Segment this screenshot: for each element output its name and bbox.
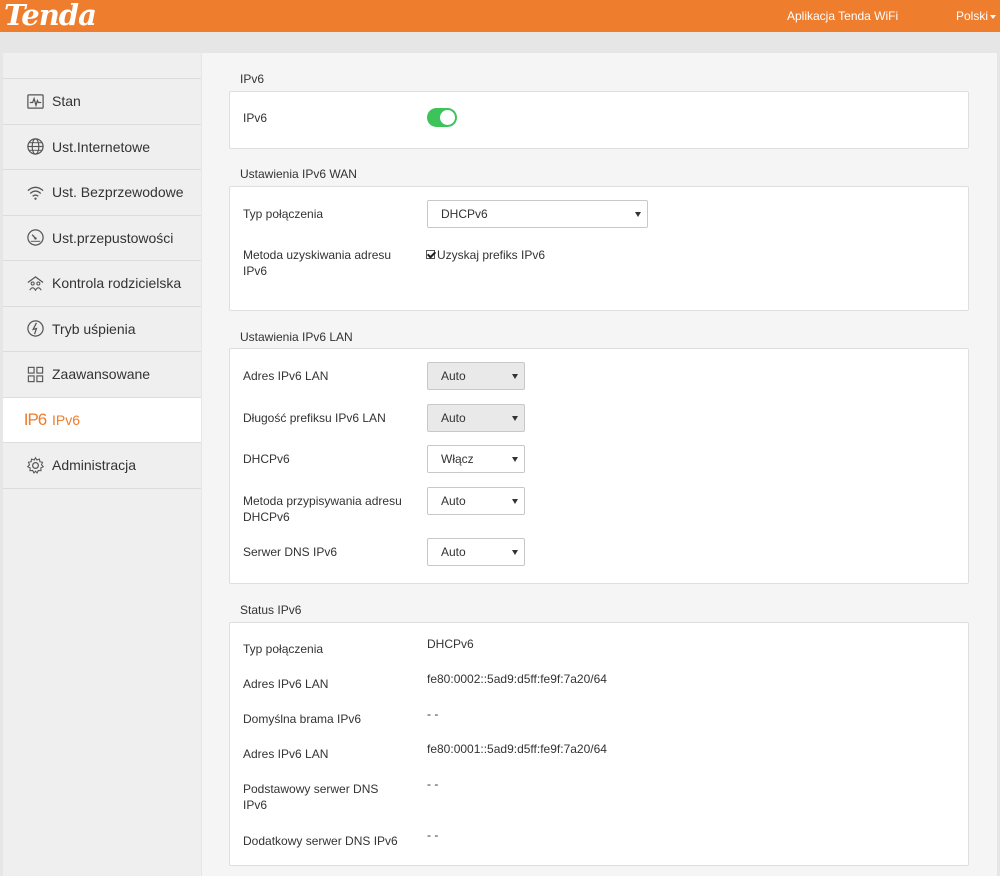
sidebar-item-label: Zaawansowane bbox=[52, 366, 151, 383]
lan-dns-select[interactable]: Auto bbox=[427, 538, 525, 566]
lan-prefix-length-select[interactable]: Auto bbox=[427, 404, 525, 432]
select-value: Włącz bbox=[441, 452, 474, 466]
lan-dhcpv6-select[interactable]: Włącz bbox=[427, 445, 525, 473]
top-bar: Tenda Aplikacja Tenda WiFi Polski bbox=[0, 0, 1000, 32]
sidebar-item-parental[interactable]: Kontrola rodzicielska bbox=[3, 261, 201, 307]
lan-settings-panel: Adres IPv6 LAN Auto Długość prefiksu IPv… bbox=[229, 348, 969, 584]
speedometer-icon bbox=[25, 228, 45, 248]
sidebar-item-ipv6[interactable]: IP6 IPv6 bbox=[3, 397, 201, 443]
section-title-ipv6: IPv6 bbox=[240, 72, 265, 86]
ipv6-icon: IP6 bbox=[23, 409, 48, 429]
sidebar-item-admin[interactable]: Administracja bbox=[3, 443, 201, 489]
sidebar-item-wireless[interactable]: Ust. Bezprzewodowe bbox=[3, 170, 201, 216]
sidebar-item-advanced[interactable]: Zaawansowane bbox=[3, 352, 201, 398]
globe-icon bbox=[25, 137, 45, 157]
sidebar-item-label: Administracja bbox=[52, 457, 137, 474]
lan-row-label: Długość prefiksu IPv6 LAN bbox=[243, 411, 386, 425]
sidebar-item-sleep[interactable]: Tryb uśpienia bbox=[3, 307, 201, 352]
sidebar-spacer bbox=[3, 53, 201, 79]
ipv6-toggle-panel: IPv6 bbox=[229, 91, 969, 149]
toggle-knob bbox=[440, 110, 455, 125]
wifi-icon bbox=[25, 182, 45, 202]
wan-conn-type-label: Typ połączenia bbox=[243, 207, 324, 221]
ipv6-status-panel: Typ połączenia DHCPv6 Adres IPv6 LAN fe8… bbox=[229, 622, 969, 866]
ipv6-prefix-checkbox[interactable] bbox=[426, 250, 435, 259]
dropdown-arrow-icon bbox=[512, 550, 518, 555]
status-row-label: Domyślna brama IPv6 bbox=[243, 712, 362, 726]
lan-dhcpv6-method-select[interactable]: Auto bbox=[427, 487, 525, 515]
status-row-label: Adres IPv6 LAN bbox=[243, 677, 329, 691]
lan-row-label: Adres IPv6 LAN bbox=[243, 369, 329, 383]
language-label: Polski bbox=[956, 9, 989, 23]
family-icon bbox=[25, 273, 45, 293]
select-value: Auto bbox=[441, 494, 466, 508]
section-title-lan: Ustawienia IPv6 LAN bbox=[240, 330, 353, 344]
wan-settings-panel: Typ połączenia DHCPv6 Metoda uzyskiwania… bbox=[229, 186, 969, 311]
status-row-value: fe80:0001::5ad9:d5ff:fe9f:7a20/64 bbox=[427, 742, 607, 756]
status-row-value: DHCPv6 bbox=[427, 637, 474, 651]
status-row-label: Podstawowy serwer DNS IPv6 bbox=[243, 782, 379, 812]
select-value: DHCPv6 bbox=[441, 207, 488, 221]
wan-conn-type-select[interactable]: DHCPv6 bbox=[427, 200, 648, 228]
status-row-value: - - bbox=[427, 707, 439, 721]
chevron-down-icon bbox=[990, 14, 997, 19]
status-row-value: fe80:0002::5ad9:d5ff:fe9f:7a20/64 bbox=[427, 672, 607, 686]
section-title-wan: Ustawienia IPv6 WAN bbox=[240, 167, 357, 181]
activity-icon bbox=[25, 91, 45, 111]
main-content: IPv6 IPv6 Ustawienia IPv6 WAN Typ połącz… bbox=[202, 53, 997, 876]
select-value: Auto bbox=[441, 411, 466, 425]
sidebar-item-label: Stan bbox=[52, 93, 81, 110]
language-selector[interactable]: Polski bbox=[956, 9, 997, 23]
sidebar-item-label: Ust. Bezprzewodowe bbox=[52, 184, 184, 201]
section-title-status: Status IPv6 bbox=[240, 603, 302, 617]
ipv6-toggle-switch[interactable] bbox=[427, 108, 457, 127]
status-row-value: - - bbox=[427, 777, 439, 791]
lan-row-label: Serwer DNS IPv6 bbox=[243, 545, 338, 559]
wan-method-label: Metoda uzyskiwania adresu IPv6 bbox=[243, 248, 392, 278]
ipv6-toggle-label: IPv6 bbox=[243, 111, 268, 125]
lan-ipv6-address-select[interactable]: Auto bbox=[427, 362, 525, 390]
grid-icon bbox=[25, 364, 45, 384]
sidebar-item-label: Ust.Internetowe bbox=[52, 138, 151, 155]
status-row-label: Typ połączenia bbox=[243, 642, 324, 656]
dropdown-arrow-icon bbox=[512, 416, 518, 421]
sidebar-item-bandwidth[interactable]: Ust.przepustowości bbox=[3, 216, 201, 261]
sleep-icon bbox=[25, 319, 45, 339]
dropdown-arrow-icon bbox=[512, 457, 518, 462]
select-value: Auto bbox=[441, 545, 466, 559]
gear-icon bbox=[25, 455, 45, 475]
select-value: Auto bbox=[441, 369, 466, 383]
ipv6-prefix-checkbox-label[interactable]: Uzyskaj prefiks IPv6 bbox=[437, 248, 545, 262]
sidebar-item-label: Tryb uśpienia bbox=[52, 320, 136, 337]
dropdown-arrow-icon bbox=[512, 374, 518, 379]
status-row-label: Dodatkowy serwer DNS IPv6 bbox=[243, 834, 398, 848]
sidebar-item-label: IPv6 bbox=[52, 411, 81, 428]
sidebar-item-label: Kontrola rodzicielska bbox=[52, 275, 182, 292]
sidebar-item-label: Ust.przepustowości bbox=[52, 229, 174, 246]
sidebar-item-internet[interactable]: Ust.Internetowe bbox=[3, 125, 201, 170]
dropdown-arrow-icon bbox=[512, 499, 518, 504]
sidebar-item-stan[interactable]: Stan bbox=[3, 79, 201, 125]
dropdown-arrow-icon bbox=[635, 212, 641, 217]
tenda-wifi-app-link[interactable]: Aplikacja Tenda WiFi bbox=[787, 9, 898, 23]
tenda-logo[interactable]: Tenda bbox=[4, 0, 97, 31]
status-row-value: - - bbox=[427, 828, 439, 842]
sidebar: Stan Ust.Internetowe Ust. Bezprzewodowe … bbox=[3, 53, 201, 876]
status-row-label: Adres IPv6 LAN bbox=[243, 747, 329, 761]
lan-row-label: Metoda przypisywania adresu DHCPv6 bbox=[243, 494, 402, 524]
lan-row-label: DHCPv6 bbox=[243, 452, 290, 466]
